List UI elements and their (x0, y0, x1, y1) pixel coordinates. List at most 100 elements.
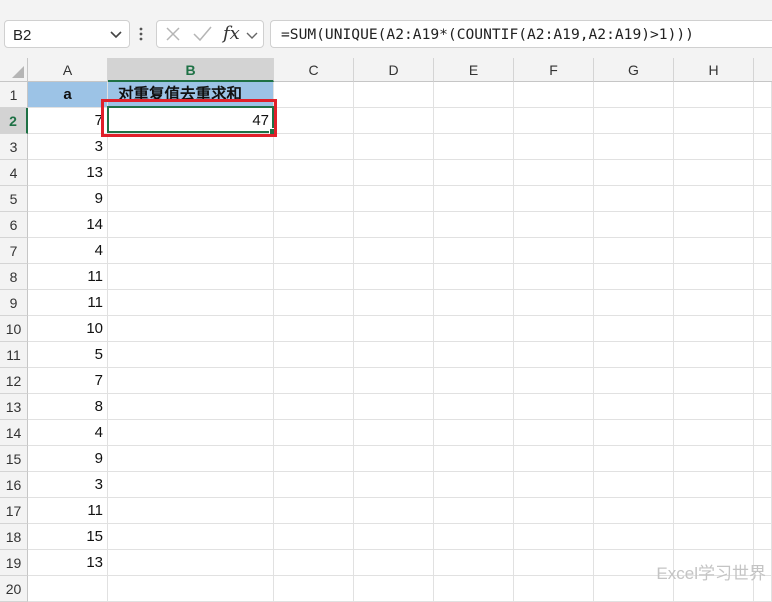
cell-a16[interactable]: 3 (28, 472, 108, 498)
row-header-1[interactable]: 1 (0, 82, 28, 108)
cell-g7[interactable] (594, 238, 674, 264)
cell-i12[interactable] (754, 368, 772, 394)
cell-e14[interactable] (434, 420, 514, 446)
cell-a19[interactable]: 13 (28, 550, 108, 576)
cell-b3[interactable] (108, 134, 274, 160)
cell-c15[interactable] (274, 446, 354, 472)
cell-d5[interactable] (354, 186, 434, 212)
cell-a11[interactable]: 5 (28, 342, 108, 368)
cell-h12[interactable] (674, 368, 754, 394)
cell-c11[interactable] (274, 342, 354, 368)
cell-c17[interactable] (274, 498, 354, 524)
cell-i13[interactable] (754, 394, 772, 420)
cell-d3[interactable] (354, 134, 434, 160)
cell-e16[interactable] (434, 472, 514, 498)
row-header-11[interactable]: 11 (0, 342, 28, 368)
cell-i16[interactable] (754, 472, 772, 498)
cell-e4[interactable] (434, 160, 514, 186)
fill-handle[interactable] (269, 128, 277, 136)
cell-e10[interactable] (434, 316, 514, 342)
cell-a4[interactable]: 13 (28, 160, 108, 186)
row-header-3[interactable]: 3 (0, 134, 28, 160)
cell-f14[interactable] (514, 420, 594, 446)
cell-i8[interactable] (754, 264, 772, 290)
cell-f11[interactable] (514, 342, 594, 368)
row-header-6[interactable]: 6 (0, 212, 28, 238)
cell-i15[interactable] (754, 446, 772, 472)
cell-g18[interactable] (594, 524, 674, 550)
cell-b17[interactable] (108, 498, 274, 524)
column-header-b[interactable]: B (108, 58, 274, 82)
cell-b9[interactable] (108, 290, 274, 316)
column-header-d[interactable]: D (354, 58, 434, 82)
chevron-down-icon[interactable] (245, 26, 259, 44)
cell-h7[interactable] (674, 238, 754, 264)
cell-d11[interactable] (354, 342, 434, 368)
cell-h1[interactable] (674, 82, 754, 108)
cell-i5[interactable] (754, 186, 772, 212)
cell-b11[interactable] (108, 342, 274, 368)
cell-a7[interactable]: 4 (28, 238, 108, 264)
cell-c7[interactable] (274, 238, 354, 264)
cell-g3[interactable] (594, 134, 674, 160)
cell-b16[interactable] (108, 472, 274, 498)
row-header-17[interactable]: 17 (0, 498, 28, 524)
cell-i9[interactable] (754, 290, 772, 316)
cell-b10[interactable] (108, 316, 274, 342)
row-header-5[interactable]: 5 (0, 186, 28, 212)
cell-g4[interactable] (594, 160, 674, 186)
cell-h18[interactable] (674, 524, 754, 550)
cell-e19[interactable] (434, 550, 514, 576)
cell-g6[interactable] (594, 212, 674, 238)
cell-b8[interactable] (108, 264, 274, 290)
cell-d8[interactable] (354, 264, 434, 290)
cell-c4[interactable] (274, 160, 354, 186)
column-header-g[interactable]: G (594, 58, 674, 82)
row-header-19[interactable]: 19 (0, 550, 28, 576)
cell-h4[interactable] (674, 160, 754, 186)
cell-a14[interactable]: 4 (28, 420, 108, 446)
cell-h16[interactable] (674, 472, 754, 498)
cell-e18[interactable] (434, 524, 514, 550)
cell-a2[interactable]: 7 (28, 108, 108, 134)
cell-c8[interactable] (274, 264, 354, 290)
cell-f9[interactable] (514, 290, 594, 316)
cell-a18[interactable]: 15 (28, 524, 108, 550)
cell-e8[interactable] (434, 264, 514, 290)
cell-i2[interactable] (754, 108, 772, 134)
cell-a10[interactable]: 10 (28, 316, 108, 342)
cell-d13[interactable] (354, 394, 434, 420)
cell-d12[interactable] (354, 368, 434, 394)
cell-h9[interactable] (674, 290, 754, 316)
cell-a17[interactable]: 11 (28, 498, 108, 524)
cell-b15[interactable] (108, 446, 274, 472)
cell-c10[interactable] (274, 316, 354, 342)
cell-g14[interactable] (594, 420, 674, 446)
cell-e3[interactable] (434, 134, 514, 160)
cell-i11[interactable] (754, 342, 772, 368)
cell-e7[interactable] (434, 238, 514, 264)
cell-c1[interactable] (274, 82, 354, 108)
column-header-partial[interactable] (754, 58, 772, 82)
cell-h8[interactable] (674, 264, 754, 290)
cell-d15[interactable] (354, 446, 434, 472)
cell-h13[interactable] (674, 394, 754, 420)
cell-f3[interactable] (514, 134, 594, 160)
cell-i18[interactable] (754, 524, 772, 550)
cell-b7[interactable] (108, 238, 274, 264)
cell-i7[interactable] (754, 238, 772, 264)
row-header-7[interactable]: 7 (0, 238, 28, 264)
row-header-10[interactable]: 10 (0, 316, 28, 342)
row-header-2[interactable]: 2 (0, 108, 28, 134)
insert-function-button[interactable]: fx (223, 23, 240, 44)
cell-h11[interactable] (674, 342, 754, 368)
cell-g1[interactable] (594, 82, 674, 108)
cell-e11[interactable] (434, 342, 514, 368)
column-header-f[interactable]: F (514, 58, 594, 82)
row-header-9[interactable]: 9 (0, 290, 28, 316)
column-header-e[interactable]: E (434, 58, 514, 82)
cell-f18[interactable] (514, 524, 594, 550)
column-header-h[interactable]: H (674, 58, 754, 82)
cell-e5[interactable] (434, 186, 514, 212)
cell-f15[interactable] (514, 446, 594, 472)
